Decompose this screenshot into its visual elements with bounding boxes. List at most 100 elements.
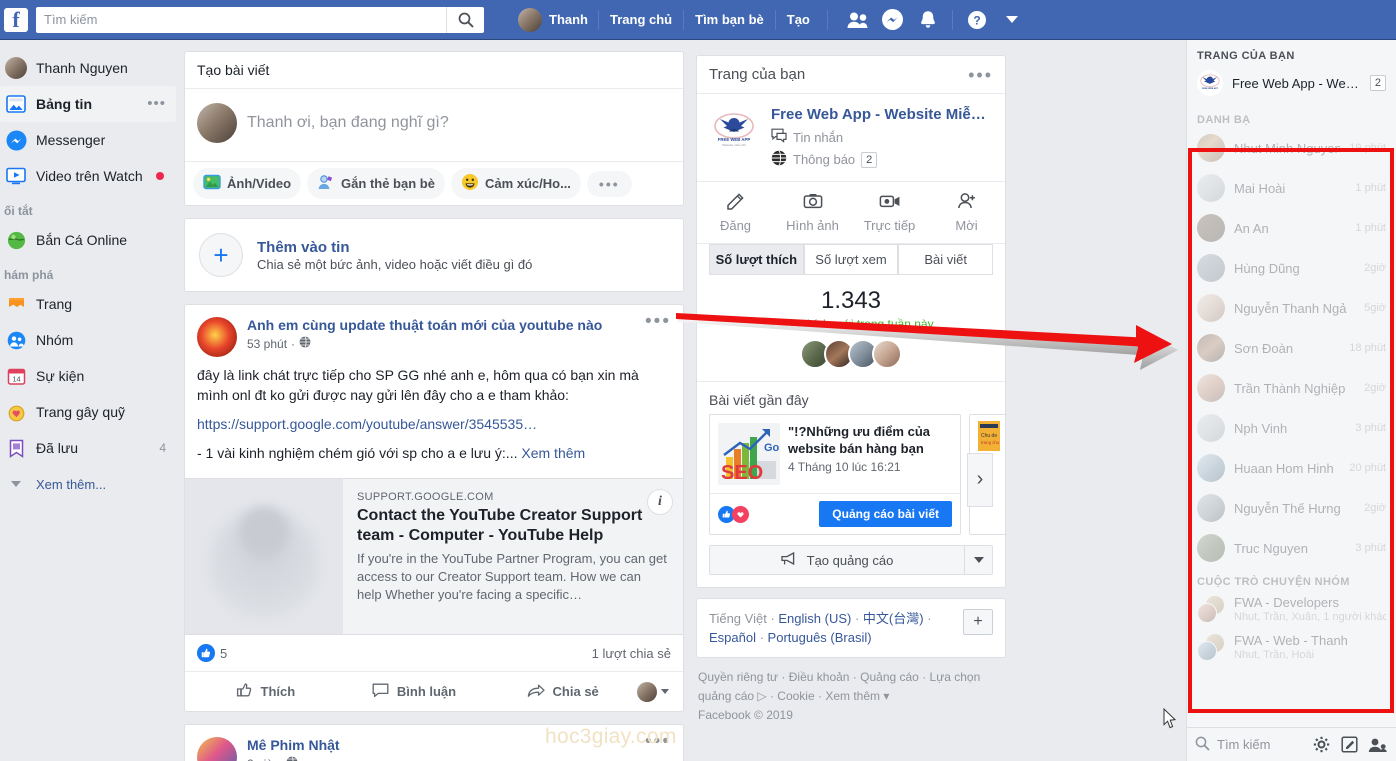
sidebar-item-pages[interactable]: Trang bbox=[0, 286, 176, 322]
chat-contact-item[interactable]: Nguyễn Thế Hưng 2giờ bbox=[1187, 488, 1396, 528]
messenger-icon[interactable] bbox=[877, 6, 909, 34]
page-logo-icon[interactable]: FREE WEB APP Website miễn phí bbox=[709, 106, 759, 156]
tag-friends-button[interactable]: Gắn thẻ bạn bè bbox=[307, 168, 445, 199]
sidebar-item-groups[interactable]: Nhóm bbox=[0, 322, 176, 358]
language-spanish[interactable]: Español bbox=[709, 630, 756, 645]
share-as-selector[interactable] bbox=[637, 681, 677, 702]
share-button[interactable]: Chia sẻ bbox=[488, 678, 637, 706]
post-share-count[interactable]: 1 lượt chia sẻ bbox=[592, 646, 671, 661]
post-menu-dots[interactable]: ••• bbox=[645, 312, 671, 331]
chat-page-item[interactable]: FREE WEB APP Free Web App - Websi... 2 bbox=[1187, 66, 1396, 106]
sidebar-item-messenger[interactable]: Messenger bbox=[0, 122, 176, 158]
sidebar-item-menu-dots[interactable]: ••• bbox=[147, 96, 166, 111]
sidebar-item-saved[interactable]: Đã lưu 4 bbox=[0, 430, 176, 466]
footer-link-terms[interactable]: Điều khoản bbox=[789, 670, 850, 684]
create-post-input-row[interactable]: Thanh ơi, bạn đang nghĩ gì? bbox=[185, 89, 683, 161]
search-input[interactable] bbox=[36, 7, 446, 32]
see-more-link[interactable]: Xem thêm bbox=[521, 445, 585, 461]
create-post-placeholder[interactable]: Thanh ơi, bạn đang nghĩ gì? bbox=[247, 114, 449, 132]
more-languages-button[interactable]: + bbox=[963, 609, 993, 635]
chat-search-input[interactable]: Tìm kiếm bbox=[1195, 736, 1304, 754]
page-name[interactable]: Free Web App - Website Miễ… bbox=[771, 106, 993, 124]
avatar[interactable] bbox=[197, 317, 237, 357]
info-icon[interactable]: i bbox=[647, 489, 673, 515]
fundraiser-icon bbox=[4, 400, 28, 424]
chevron-right-icon[interactable]: › bbox=[967, 452, 993, 507]
invite-person-icon bbox=[957, 191, 977, 214]
page-tool-invite[interactable]: Mời bbox=[928, 182, 1005, 241]
new-message-icon[interactable] bbox=[1338, 734, 1360, 756]
post-link[interactable]: https://support.google.com/youtube/answe… bbox=[197, 414, 671, 434]
add-to-story-row[interactable]: + Thêm vào tin Chia sẻ một bức ảnh, vide… bbox=[185, 219, 683, 291]
language-chinese[interactable]: 中文(台灣) bbox=[863, 611, 924, 626]
chat-group-item[interactable]: FWA - Web - Thanh Nhut, Trần, Hoài bbox=[1187, 628, 1396, 666]
footer-link-cookie[interactable]: Cookie bbox=[777, 689, 814, 703]
chat-contact-item[interactable]: An An 1 phút bbox=[1187, 208, 1396, 248]
caret-down-icon[interactable] bbox=[964, 546, 992, 574]
sidebar-item-game[interactable]: Bắn Cá Online bbox=[0, 222, 176, 258]
chat-contact-item[interactable]: Nguyễn Thanh Ngả 5giờ bbox=[1187, 288, 1396, 328]
chat-contact-item[interactable]: Truc Nguyen 3 phút bbox=[1187, 528, 1396, 568]
facebook-logo-icon[interactable]: f bbox=[4, 7, 28, 32]
sidebar-item-watch[interactable]: Video trên Watch bbox=[0, 158, 176, 194]
post-link-attachment[interactable]: SUPPORT.GOOGLE.COM Contact the YouTube C… bbox=[185, 478, 683, 635]
search-icon[interactable] bbox=[446, 6, 484, 33]
sidebar-item-profile[interactable]: Thanh Nguyen bbox=[0, 50, 176, 86]
page-tool-post[interactable]: Đăng bbox=[697, 182, 774, 241]
language-portuguese[interactable]: Português (Brasil) bbox=[768, 630, 872, 645]
nav-profile-link[interactable]: Thanh bbox=[508, 6, 598, 34]
page-messages-row[interactable]: Tin nhắn bbox=[771, 128, 993, 146]
recent-posts-title: Bài viết gần đây bbox=[697, 381, 1005, 414]
chat-contact-item[interactable]: Huaan Hom Hinh 20 phút bbox=[1187, 448, 1396, 488]
avatar bbox=[1197, 414, 1225, 442]
plus-icon[interactable]: + bbox=[199, 233, 243, 277]
page-notifications-row[interactable]: Thông báo 2 bbox=[771, 150, 993, 169]
language-english[interactable]: English (US) bbox=[778, 611, 851, 626]
pages-icon bbox=[4, 292, 28, 316]
chat-contact-item[interactable]: Sơn Đoàn 18 phút bbox=[1187, 328, 1396, 368]
create-ad-button[interactable]: Tạo quảng cáo bbox=[709, 545, 993, 575]
footer-link-privacy[interactable]: Quyền riêng tư bbox=[698, 670, 778, 684]
feeling-activity-button[interactable]: Cảm xúc/Ho... bbox=[450, 168, 581, 199]
add-to-story-card[interactable]: + Thêm vào tin Chia sẻ một bức ảnh, vide… bbox=[184, 218, 684, 292]
comment-button[interactable]: Bình luận bbox=[340, 678, 489, 706]
account-menu-caret-icon[interactable] bbox=[996, 6, 1028, 34]
sidebar-item-fundraiser[interactable]: Trang gây quỹ bbox=[0, 394, 176, 430]
boost-post-button[interactable]: Quảng cáo bài viết bbox=[819, 501, 952, 527]
recent-post-top[interactable]: Go SEO "!?Những ưu điểm của website bán … bbox=[710, 415, 960, 493]
sidebar-item-news-feed[interactable]: Bảng tin ••• bbox=[0, 86, 176, 122]
post-author-2[interactable]: Mê Phim Nhật bbox=[247, 737, 340, 754]
footer-link-advertising[interactable]: Quảng cáo bbox=[860, 670, 919, 684]
sidebar-item-events[interactable]: 14 Sự kiện bbox=[0, 358, 176, 394]
post-like-count[interactable]: 5 bbox=[220, 646, 227, 661]
tab-views[interactable]: Số lượt xem bbox=[803, 244, 899, 275]
sidebar-item-see-more[interactable]: Xem thêm... bbox=[0, 466, 176, 502]
chat-contact-item[interactable]: Mai Hoài 1 phút bbox=[1187, 168, 1396, 208]
attachment-title[interactable]: Contact the YouTube Creator Support team… bbox=[357, 506, 669, 546]
post-author[interactable]: Anh em cùng update thuật toán mới của yo… bbox=[247, 317, 602, 334]
photo-video-button[interactable]: Ảnh/Video bbox=[193, 168, 302, 199]
more-options-button[interactable]: ••• bbox=[586, 170, 632, 197]
chat-contact-item[interactable]: Nhut Minh Nguyen 19 phút bbox=[1187, 128, 1396, 168]
notifications-icon[interactable] bbox=[912, 6, 944, 34]
page-tool-live[interactable]: Trực tiếp bbox=[851, 182, 928, 241]
help-icon[interactable]: ? bbox=[961, 6, 993, 34]
new-group-icon[interactable] bbox=[1366, 734, 1388, 756]
nav-link-find-friends[interactable]: Tìm bạn bè bbox=[684, 6, 775, 34]
avatar[interactable] bbox=[197, 737, 237, 761]
chat-contact-item[interactable]: Trần Thành Nghiệp 2giờ bbox=[1187, 368, 1396, 408]
tab-likes[interactable]: Số lượt thích bbox=[709, 244, 804, 275]
chat-contact-item[interactable]: Hùng Dũng 2giờ bbox=[1187, 248, 1396, 288]
recent-post-title[interactable]: "!?Những ưu điểm của website bán hàng bạ… bbox=[788, 423, 952, 457]
friend-requests-icon[interactable] bbox=[842, 6, 874, 34]
page-tool-photo[interactable]: Hình ảnh bbox=[774, 182, 851, 241]
like-button[interactable]: Thích bbox=[191, 678, 340, 706]
nav-link-create[interactable]: Tạo bbox=[776, 6, 821, 34]
footer-link-more[interactable]: Xem thêm bbox=[825, 689, 880, 703]
your-page-menu-dots[interactable]: ••• bbox=[968, 66, 993, 84]
nav-link-home[interactable]: Trang chủ bbox=[599, 6, 683, 34]
settings-gear-icon[interactable] bbox=[1310, 734, 1332, 756]
chat-group-item[interactable]: FWA - Developers Nhut, Trần, Xuân, 1 ngư… bbox=[1187, 590, 1396, 628]
chat-contact-item[interactable]: Nph Vinh 3 phút bbox=[1187, 408, 1396, 448]
tab-posts[interactable]: Bài viết bbox=[898, 244, 994, 275]
